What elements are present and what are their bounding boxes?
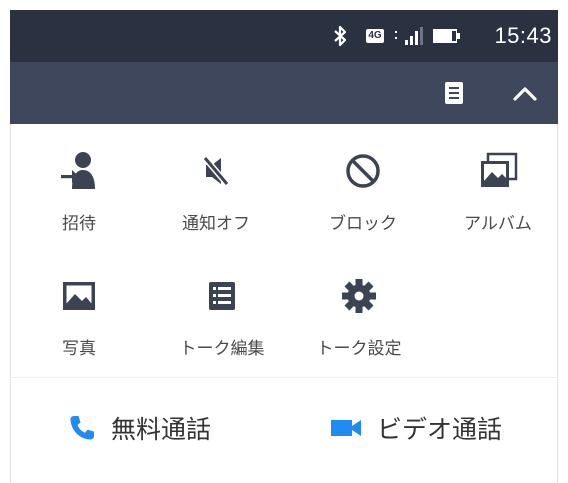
menu-item-label: トーク編集 <box>179 339 265 359</box>
speaker-muted-icon <box>164 147 268 195</box>
status-bar: 4G 15:43 <box>10 10 558 62</box>
menu-item-label: トーク設定 <box>316 339 402 359</box>
album-icon <box>443 147 553 195</box>
chat-header <box>10 62 558 124</box>
chat-menu-screen: 4G 15:43 招待 通知オフ ブロック アルバム 写真 トーク編集 トーク設… <box>0 0 568 483</box>
battery-icon <box>430 22 464 50</box>
menu-item-photo[interactable]: 写真 <box>34 272 124 382</box>
menu-item-label: 招待 <box>62 214 96 234</box>
collapse-icon <box>512 84 538 102</box>
gear-icon <box>301 272 417 320</box>
video-camera-icon <box>329 415 363 441</box>
menu-item-chat-edit[interactable]: トーク編集 <box>164 272 280 382</box>
free-call-button[interactable]: 無料通話 <box>67 406 211 450</box>
divider <box>11 377 557 378</box>
menu-item-block[interactable]: ブロック <box>307 147 419 257</box>
menu-item-notifications-off[interactable]: 通知オフ <box>164 147 268 257</box>
block-icon <box>307 147 419 195</box>
video-call-label: ビデオ通話 <box>377 415 503 444</box>
invite-user-icon <box>34 147 124 195</box>
menu-item-album[interactable]: アルバム <box>443 147 553 257</box>
phone-icon <box>67 413 97 443</box>
menu-item-chat-settings[interactable]: トーク設定 <box>301 272 417 382</box>
menu-item-label: ブロック <box>329 214 397 234</box>
signal-icon <box>392 22 428 50</box>
collapse-button[interactable] <box>507 75 543 111</box>
chat-menu-panel: 招待 通知オフ ブロック アルバム 写真 トーク編集 トーク設定 無料通話 ビデ… <box>10 124 558 483</box>
status-time: 15:43 <box>494 23 552 48</box>
photo-icon <box>34 272 124 320</box>
note-button[interactable] <box>436 75 472 111</box>
free-call-label: 無料通話 <box>111 415 212 444</box>
note-icon <box>444 81 464 105</box>
video-call-button[interactable]: ビデオ通話 <box>329 406 502 450</box>
bluetooth-icon <box>330 22 350 50</box>
menu-item-label: 写真 <box>62 339 96 359</box>
network-type-label: 4G <box>366 29 384 43</box>
network-type-icon: 4G <box>362 22 388 50</box>
menu-item-invite[interactable]: 招待 <box>34 147 124 257</box>
menu-item-label: アルバム <box>464 214 532 234</box>
list-edit-icon <box>164 272 280 320</box>
menu-item-label: 通知オフ <box>182 214 250 234</box>
